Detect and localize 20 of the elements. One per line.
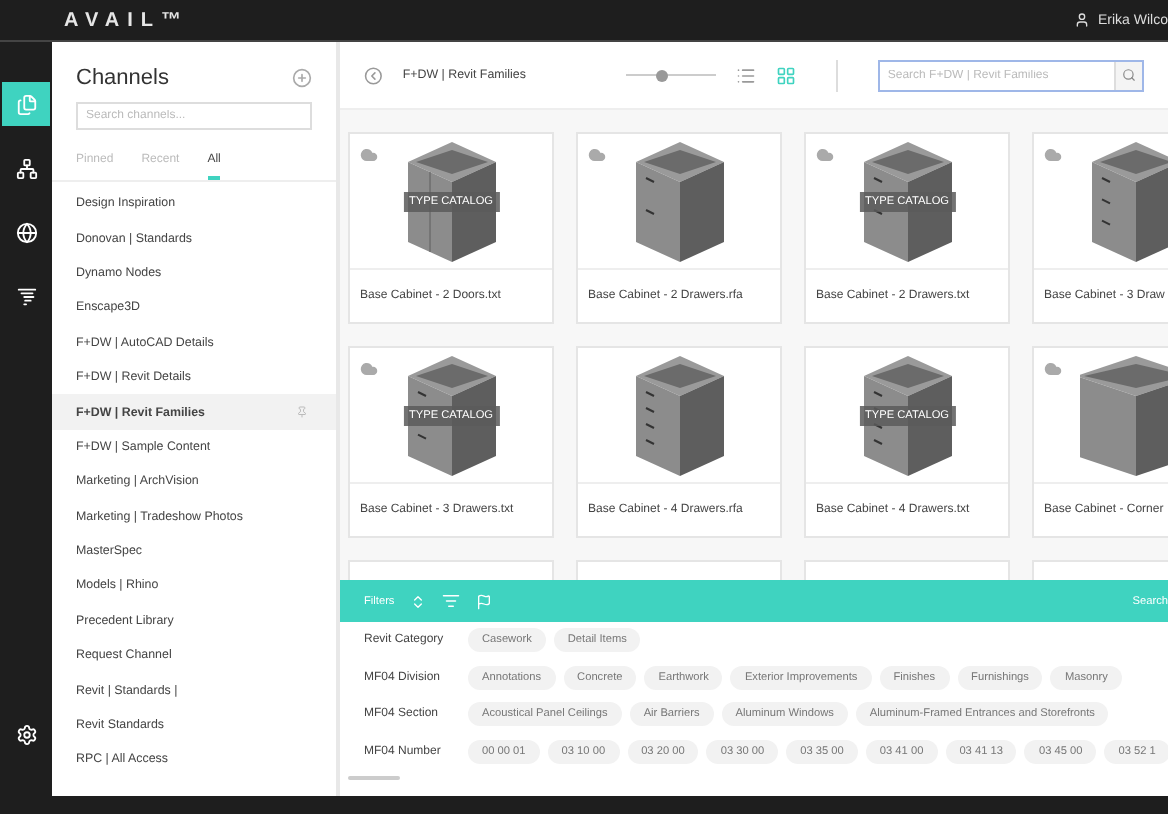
pin-icon[interactable] xyxy=(296,406,308,419)
back-icon[interactable] xyxy=(364,65,383,85)
globe-icon xyxy=(15,221,37,243)
avail-logo: AVAIL™ xyxy=(64,9,190,31)
slider-thumb[interactable] xyxy=(655,69,668,81)
files-icon xyxy=(15,93,37,115)
search-button[interactable] xyxy=(1113,61,1142,89)
add-channel-icon[interactable] xyxy=(292,68,312,88)
filter-list-icon[interactable] xyxy=(442,592,461,610)
network-icon xyxy=(15,157,37,179)
grid-view-button[interactable] xyxy=(775,65,796,85)
cabinet-drawing xyxy=(1079,351,1168,479)
flag-icon[interactable] xyxy=(476,593,493,609)
scrollbar[interactable] xyxy=(348,776,400,781)
swirl-icon xyxy=(15,285,37,307)
search-icon xyxy=(1121,68,1136,82)
user-icon xyxy=(1073,12,1090,28)
channels-title: Channels xyxy=(76,66,169,90)
sort-icon[interactable] xyxy=(410,593,427,609)
settings-icon xyxy=(15,723,37,745)
